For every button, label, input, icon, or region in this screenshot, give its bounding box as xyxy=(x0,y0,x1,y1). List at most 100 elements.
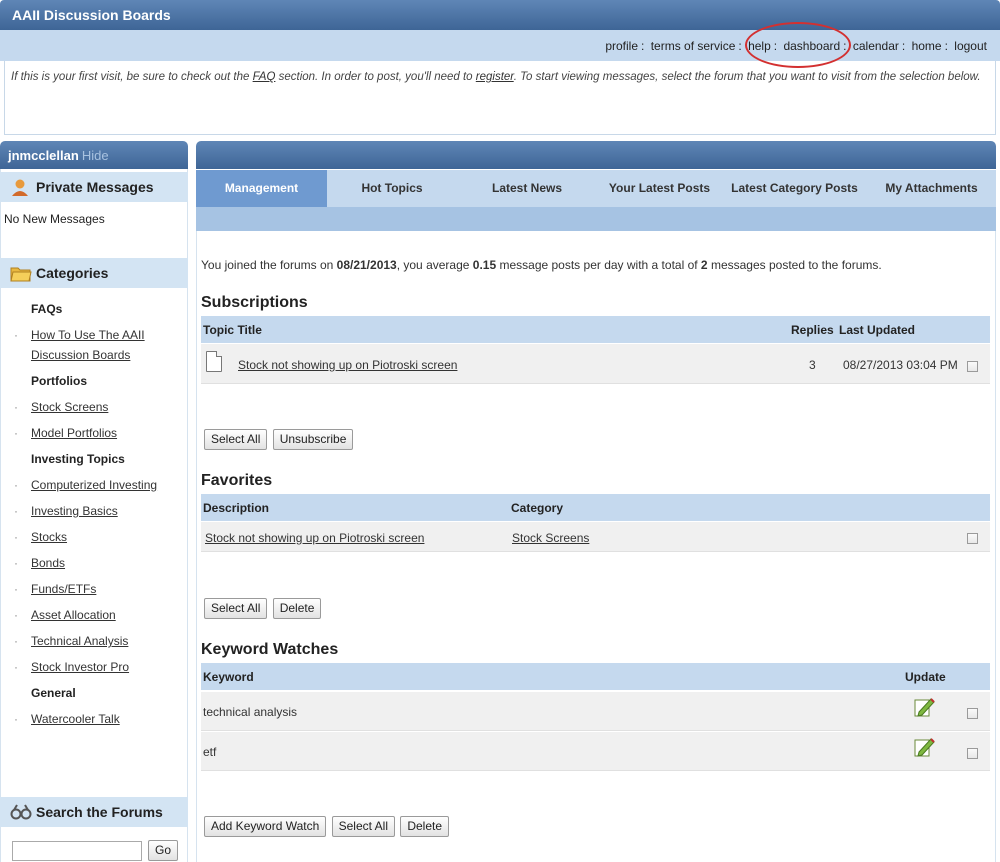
category-link[interactable]: Technical Analysis xyxy=(0,628,188,654)
subscription-topic-link[interactable]: Stock not showing up on Piotroski screen xyxy=(238,358,457,372)
category-link[interactable]: Asset Allocation xyxy=(0,602,188,628)
no-new-messages: No New Messages xyxy=(4,212,105,226)
delete-button[interactable]: Delete xyxy=(400,816,450,837)
faq-link[interactable]: FAQ xyxy=(253,71,276,83)
col-replies: Replies xyxy=(791,323,834,337)
table-row: etf xyxy=(201,732,990,771)
col-category: Category xyxy=(511,501,564,515)
select-all-button[interactable]: Select All xyxy=(204,598,268,619)
document-icon xyxy=(206,351,222,372)
keyword-watches-header: Keyword Update xyxy=(201,663,990,690)
delete-button[interactable]: Delete xyxy=(272,598,322,619)
subscription-checkbox[interactable] xyxy=(967,361,978,372)
category-link[interactable]: Stocks xyxy=(0,524,188,550)
folder-icon xyxy=(10,263,32,283)
nav-separator: : xyxy=(944,39,948,53)
favorite-description-link[interactable]: Stock not showing up on Piotroski screen xyxy=(205,531,424,545)
category-link[interactable]: Investing Basics xyxy=(0,498,188,524)
categories-title: Categories xyxy=(36,265,109,281)
table-row: Stock not showing up on Piotroski screen… xyxy=(201,522,990,552)
category-group-portfolios: Portfolios xyxy=(31,374,87,388)
subscriptions-title: Subscriptions xyxy=(201,294,308,311)
category-group-investing: Investing Topics xyxy=(31,452,125,466)
category-list: FAQs How To Use The AAII Discussion Boar… xyxy=(0,296,188,732)
keyword-checkbox[interactable] xyxy=(967,708,978,719)
tab-your-latest-posts[interactable]: Your Latest Posts xyxy=(597,170,722,207)
favorites-buttons: Select All Delete xyxy=(204,598,322,619)
last-updated: 08/27/2013 03:04 PM xyxy=(843,358,958,372)
keyword-value: technical analysis xyxy=(203,705,298,719)
col-description: Description xyxy=(203,501,270,515)
tab-latest-category-posts[interactable]: Latest Category Posts xyxy=(722,170,867,207)
col-keyword: Keyword xyxy=(203,670,254,684)
tab-bar: Management Hot Topics Latest News Your L… xyxy=(196,170,996,207)
select-all-button[interactable]: Select All xyxy=(204,429,268,450)
go-button[interactable]: Go xyxy=(148,840,179,861)
select-all-button[interactable]: Select All xyxy=(331,816,395,837)
notice-text-3: . To start viewing messages, select the … xyxy=(513,71,981,83)
nav-home-link[interactable]: home xyxy=(912,39,942,53)
category-link[interactable]: Watercooler Talk xyxy=(0,706,188,732)
search-title: Search the Forums xyxy=(36,804,163,820)
tab-subbar xyxy=(196,207,996,231)
search-header: Search the Forums xyxy=(0,797,188,827)
col-last-updated: Last Updated xyxy=(839,323,916,337)
edit-icon[interactable] xyxy=(913,736,935,762)
keyword-watches-buttons: Add Keyword Watch Select All Delete xyxy=(204,816,450,837)
keyword-checkbox[interactable] xyxy=(967,748,978,759)
add-keyword-watch-button[interactable]: Add Keyword Watch xyxy=(204,816,327,837)
notice-text-1: If this is your first visit, be sure to … xyxy=(11,71,253,83)
main-header-bar xyxy=(196,141,996,169)
average-posts: 0.15 xyxy=(472,258,497,272)
nav-separator: : xyxy=(901,39,906,53)
favorites-header: Description Category xyxy=(201,494,990,521)
categories-header: Categories xyxy=(0,258,188,288)
table-row: Stock not showing up on Piotroski screen… xyxy=(201,344,990,384)
username: jnmcclellan xyxy=(8,148,79,163)
tab-hot-topics[interactable]: Hot Topics xyxy=(327,170,457,207)
category-link[interactable]: How To Use The AAII Discussion Boards xyxy=(0,322,150,368)
subscriptions-buttons: Select All Unsubscribe xyxy=(204,429,354,450)
nav-terms-link[interactable]: terms of service xyxy=(651,39,736,53)
user-stats: You joined the forums on 08/21/2013, you… xyxy=(201,258,882,272)
category-link[interactable]: Stock Screens xyxy=(0,394,188,420)
keyword-value: etf xyxy=(203,745,217,759)
tab-latest-news[interactable]: Latest News xyxy=(457,170,597,207)
favorite-checkbox[interactable] xyxy=(967,533,978,544)
tab-management[interactable]: Management xyxy=(196,170,327,207)
category-link[interactable]: Funds/ETFs xyxy=(0,576,188,602)
favorite-category-link[interactable]: Stock Screens xyxy=(512,531,589,545)
tab-my-attachments[interactable]: My Attachments xyxy=(867,170,996,207)
board-title: AAII Discussion Boards xyxy=(0,0,1000,30)
nav-profile-link[interactable]: profile xyxy=(605,39,638,53)
notice-text-2: section. In order to post, you'll need t… xyxy=(275,71,476,83)
favorites-title: Favorites xyxy=(201,472,273,489)
category-link[interactable]: Model Portfolios xyxy=(0,420,188,446)
col-topic-title: Topic Title xyxy=(203,323,262,337)
register-link[interactable]: register xyxy=(476,71,514,83)
category-link[interactable]: Stock Investor Pro xyxy=(0,654,188,680)
user-bar: jnmcclellan Hide xyxy=(0,141,188,169)
private-messages-title: Private Messages xyxy=(36,179,154,195)
table-row: technical analysis xyxy=(201,692,990,731)
welcome-notice: If this is your first visit, be sure to … xyxy=(4,61,996,135)
replies-count: 3 xyxy=(809,358,816,372)
category-group-general: General xyxy=(31,686,76,700)
edit-icon[interactable] xyxy=(913,696,935,722)
category-link[interactable]: Bonds xyxy=(0,550,188,576)
nav-logout-link[interactable]: logout xyxy=(954,39,987,53)
category-group-faqs: FAQs xyxy=(31,302,63,316)
binoculars-icon xyxy=(10,802,32,822)
category-link[interactable]: Computerized Investing xyxy=(0,472,188,498)
nav-separator: : xyxy=(641,39,645,53)
nav-separator: : xyxy=(738,39,742,53)
total-posts: 2 xyxy=(700,258,708,272)
nav-calendar-link[interactable]: calendar xyxy=(853,39,899,53)
search-input[interactable] xyxy=(12,841,142,861)
col-update: Update xyxy=(905,670,946,684)
person-icon xyxy=(10,177,30,197)
unsubscribe-button[interactable]: Unsubscribe xyxy=(272,429,354,450)
subscriptions-header: Topic Title Replies Last Updated xyxy=(201,316,990,343)
hide-link[interactable]: Hide xyxy=(82,148,109,163)
keyword-watches-title: Keyword Watches xyxy=(201,641,339,658)
